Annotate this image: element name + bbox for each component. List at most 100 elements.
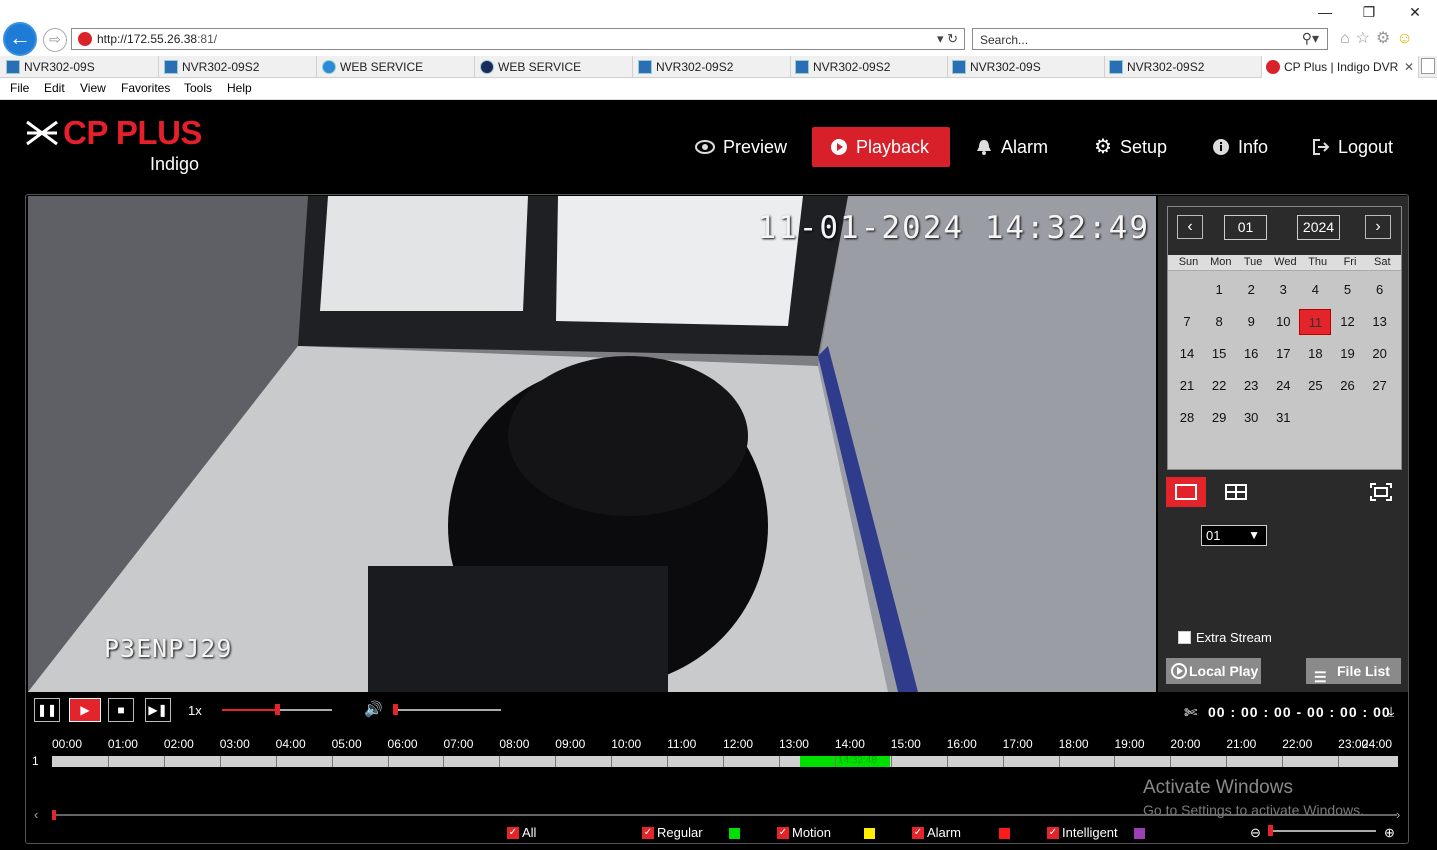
- progress-knob[interactable]: [275, 704, 280, 715]
- browser-tab[interactable]: WEB SERVICE: [476, 56, 633, 78]
- scroll-thumb[interactable]: [52, 810, 56, 820]
- browser-tab[interactable]: NVR302-09S: [948, 56, 1105, 78]
- prev-month-button[interactable]: ‹: [1177, 215, 1203, 239]
- calendar-day[interactable]: 24: [1267, 373, 1299, 399]
- legend-checkbox[interactable]: ✓: [1047, 827, 1059, 839]
- nav-logout[interactable]: Logout: [1298, 127, 1407, 167]
- download-icon[interactable]: ⤓: [1388, 703, 1394, 720]
- close-window-button[interactable]: ✕: [1395, 4, 1435, 24]
- search-input[interactable]: Search... ⚲▾: [972, 28, 1328, 50]
- calendar-day[interactable]: 26: [1332, 373, 1364, 399]
- close-tab-icon[interactable]: ✕: [1404, 56, 1414, 78]
- pause-button[interactable]: ❚❚: [34, 698, 60, 722]
- calendar-day[interactable]: 28: [1171, 405, 1203, 431]
- minimize-button[interactable]: —: [1305, 4, 1345, 24]
- menu-tools[interactable]: Tools: [184, 81, 212, 95]
- scroll-left-icon[interactable]: ‹: [34, 807, 38, 822]
- forward-arrow-icon[interactable]: ⇨: [43, 28, 67, 52]
- search-icon[interactable]: ⚲▾: [1302, 30, 1319, 47]
- calendar-day[interactable]: 25: [1299, 373, 1331, 399]
- browser-tab[interactable]: NVR302-09S: [2, 56, 159, 78]
- next-frame-button[interactable]: ▶❚: [145, 698, 171, 722]
- calendar-day[interactable]: 5: [1332, 277, 1364, 303]
- calendar-day[interactable]: 6: [1364, 277, 1396, 303]
- play-button[interactable]: ▶: [69, 698, 101, 722]
- video-player[interactable]: 11-01-2024 14:32:49 P3ENPJ29: [28, 196, 1156, 692]
- calendar-day[interactable]: 20: [1364, 341, 1396, 367]
- calendar-day[interactable]: 2: [1235, 277, 1267, 303]
- next-month-button[interactable]: ›: [1365, 215, 1391, 239]
- address-bar[interactable]: http://172.55.26.38:81/ ▾ ↻: [71, 28, 965, 50]
- quad-view-button[interactable]: [1216, 477, 1256, 507]
- calendar-day[interactable]: 14: [1171, 341, 1203, 367]
- fullscreen-button[interactable]: [1361, 477, 1401, 507]
- menu-edit[interactable]: Edit: [44, 81, 65, 95]
- extra-stream-checkbox[interactable]: [1178, 631, 1191, 644]
- calendar-day[interactable]: 1: [1203, 277, 1235, 303]
- calendar-day[interactable]: 31: [1267, 405, 1299, 431]
- calendar-day[interactable]: 4: [1299, 277, 1331, 303]
- browser-tab[interactable]: CP Plus | Indigo DVR ✕: [1262, 56, 1419, 78]
- calendar-day[interactable]: 8: [1203, 309, 1235, 335]
- single-view-button[interactable]: [1166, 477, 1206, 507]
- zoom-knob[interactable]: [1268, 825, 1273, 836]
- maximize-button[interactable]: ❐: [1349, 4, 1389, 24]
- browser-tab[interactable]: NVR302-09S2: [634, 56, 791, 78]
- menu-view[interactable]: View: [80, 81, 106, 95]
- calendar-day[interactable]: 11: [1299, 309, 1332, 335]
- menu-file[interactable]: File: [10, 81, 29, 95]
- legend-checkbox[interactable]: ✓: [642, 827, 654, 839]
- browser-tab[interactable]: WEB SERVICE: [318, 56, 475, 78]
- legend-checkbox[interactable]: ✓: [912, 827, 924, 839]
- calendar-day[interactable]: 9: [1235, 309, 1267, 335]
- scroll-right-icon[interactable]: ›: [1396, 807, 1400, 822]
- volume-knob[interactable]: [393, 704, 398, 715]
- nav-setup[interactable]: ⚙ Setup: [1080, 127, 1181, 167]
- nav-playback[interactable]: Playback: [812, 127, 950, 167]
- stop-button[interactable]: ■: [108, 698, 134, 722]
- calendar-day[interactable]: 27: [1364, 373, 1396, 399]
- calendar-day[interactable]: 16: [1235, 341, 1267, 367]
- calendar-day[interactable]: 12: [1332, 309, 1364, 335]
- menu-favorites[interactable]: Favorites: [121, 81, 170, 95]
- zoom-slider[interactable]: [1268, 825, 1376, 836]
- speed-label[interactable]: 1x: [188, 703, 202, 718]
- calendar-day[interactable]: 29: [1203, 405, 1235, 431]
- calendar-day[interactable]: 13: [1364, 309, 1396, 335]
- month-field[interactable]: 01: [1224, 215, 1267, 240]
- browser-tab[interactable]: NVR302-09S2: [160, 56, 317, 78]
- file-list-button[interactable]: ☰ File List: [1306, 658, 1401, 685]
- calendar-day[interactable]: 17: [1267, 341, 1299, 367]
- browser-tab[interactable]: NVR302-09S2: [791, 56, 948, 78]
- new-tab-button[interactable]: [1421, 58, 1435, 74]
- calendar-day[interactable]: 30: [1235, 405, 1267, 431]
- year-field[interactable]: 2024: [1297, 215, 1340, 240]
- back-arrow-icon[interactable]: ←: [3, 22, 37, 56]
- calendar-day[interactable]: 19: [1332, 341, 1364, 367]
- calendar-day[interactable]: 21: [1171, 373, 1203, 399]
- menu-help[interactable]: Help: [227, 81, 252, 95]
- timeline-hour-label: 01:00: [107, 737, 138, 751]
- nav-preview[interactable]: Preview: [681, 127, 801, 167]
- timeline-bar[interactable]: 14:32:48: [52, 755, 1398, 767]
- volume-icon[interactable]: 🔊: [364, 700, 383, 718]
- legend-checkbox[interactable]: ✓: [507, 827, 519, 839]
- zoom-in-icon[interactable]: ⊕: [1384, 825, 1395, 841]
- calendar-day[interactable]: 22: [1203, 373, 1235, 399]
- local-play-button[interactable]: Local Play: [1166, 658, 1261, 684]
- channel-select[interactable]: 01 ▼: [1201, 525, 1267, 546]
- home-star-gear-icons[interactable]: ⌂☆⚙☺: [1340, 28, 1419, 48]
- legend-checkbox[interactable]: ✓: [777, 827, 789, 839]
- calendar-day[interactable]: 10: [1267, 309, 1299, 335]
- zoom-out-icon[interactable]: ⊖: [1250, 825, 1261, 841]
- calendar-day[interactable]: 15: [1203, 341, 1235, 367]
- browser-tab[interactable]: NVR302-09S2: [1105, 56, 1262, 78]
- nav-info[interactable]: Info: [1198, 127, 1282, 167]
- calendar-day[interactable]: 18: [1299, 341, 1331, 367]
- scissors-icon[interactable]: ✄: [1184, 703, 1197, 723]
- refresh-icon[interactable]: ▾ ↻: [937, 31, 958, 47]
- nav-alarm[interactable]: Alarm: [961, 127, 1062, 167]
- calendar-day[interactable]: 23: [1235, 373, 1267, 399]
- calendar-day[interactable]: 7: [1171, 309, 1203, 335]
- calendar-day[interactable]: 3: [1267, 277, 1299, 303]
